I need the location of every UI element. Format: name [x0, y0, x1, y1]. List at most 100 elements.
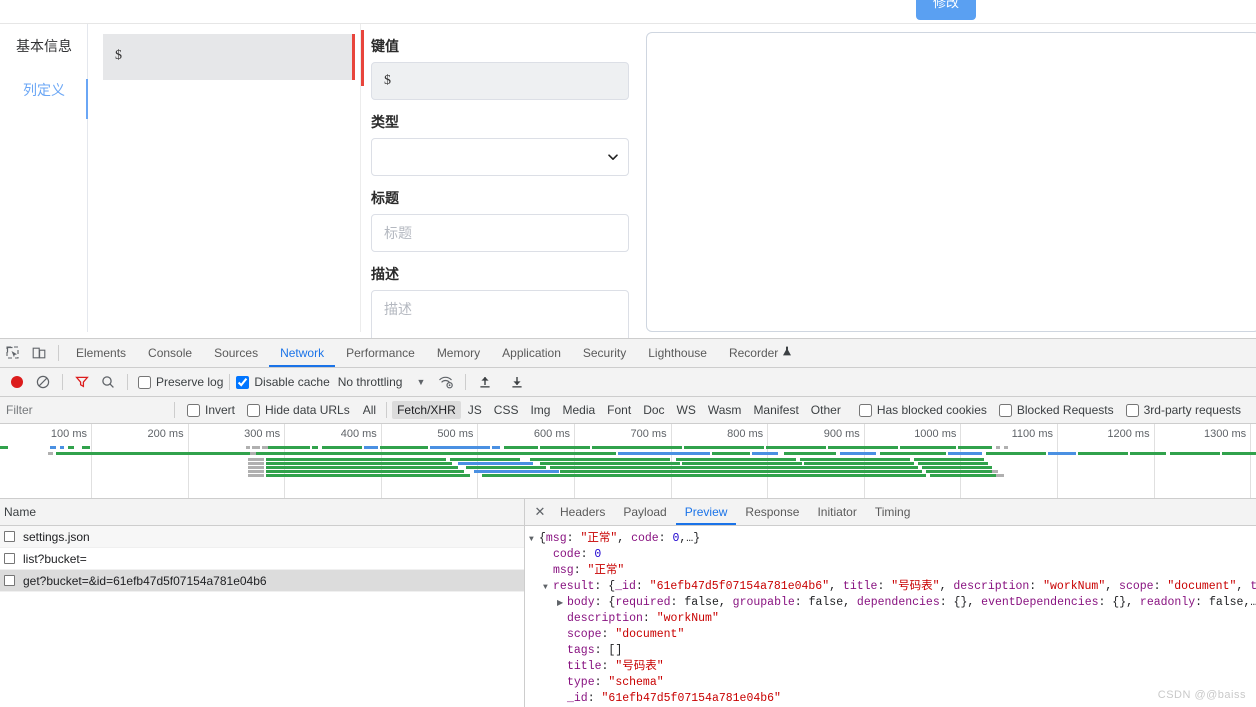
json-line[interactable]: description: "workNum"	[529, 611, 1256, 627]
filter-type-js[interactable]: JS	[463, 401, 487, 419]
table-row[interactable]: settings.json	[0, 526, 524, 548]
waterfall-bar	[322, 446, 362, 449]
tab-network[interactable]: Network	[269, 340, 335, 367]
tab-console[interactable]: Console	[137, 340, 203, 367]
detail-tab-response[interactable]: Response	[736, 500, 808, 525]
timeline-gridline	[380, 424, 382, 498]
preserve-log-checkbox[interactable]: Preserve log	[138, 375, 223, 389]
import-har-icon[interactable]	[472, 369, 498, 395]
waterfall-bar	[540, 462, 680, 465]
disable-cache-checkbox[interactable]: Disable cache	[236, 375, 330, 389]
json-line-text: body: {required: false, groupable: false…	[567, 596, 1256, 609]
filter-type-font[interactable]: Font	[602, 401, 636, 419]
key-input[interactable]	[371, 62, 629, 100]
modify-button[interactable]: 修改	[916, 0, 976, 20]
device-toolbar-icon[interactable]	[26, 340, 52, 366]
table-row[interactable]: get?bucket=&id=61efb47d5f07154a781e04b6	[0, 570, 524, 592]
record-button[interactable]	[4, 369, 30, 395]
preserve-log-input[interactable]	[138, 375, 151, 389]
filter-type-media[interactable]: Media	[557, 401, 600, 419]
detail-tab-headers[interactable]: Headers	[551, 500, 614, 525]
filter-type-wasm[interactable]: Wasm	[703, 401, 747, 419]
has-blocked-cookies-input[interactable]	[858, 403, 872, 417]
json-line[interactable]: _id: "61efb47d5f07154a781e04b6"	[529, 691, 1256, 707]
throttling-chevron-icon[interactable]: ▼	[416, 377, 425, 387]
waterfall-bar	[992, 470, 998, 473]
invert-input[interactable]	[187, 403, 200, 417]
export-har-icon[interactable]	[504, 369, 530, 395]
tab-performance[interactable]: Performance	[335, 340, 426, 367]
json-line[interactable]: scope: "document"	[529, 627, 1256, 643]
inspect-element-icon[interactable]	[0, 340, 26, 366]
tab-security[interactable]: Security	[572, 340, 637, 367]
waterfall-bar	[958, 446, 992, 449]
json-line[interactable]: ▶ body: {required: false, groupable: fals…	[529, 595, 1256, 611]
invert-checkbox[interactable]: Invert	[187, 403, 235, 417]
json-line[interactable]: ▼ result: {_id: "61efb47d5f07154a781e04b6…	[529, 579, 1256, 595]
vtab-column-definition[interactable]: 列定义	[0, 68, 88, 112]
hide-data-urls-checkbox[interactable]: Hide data URLs	[247, 403, 350, 417]
third-party-requests-checkbox[interactable]: 3rd-party requests	[1125, 403, 1241, 417]
filter-type-fetch-xhr[interactable]: Fetch/XHR	[392, 401, 461, 419]
json-line[interactable]: ▼ {msg: "正常", code: 0,…}	[529, 531, 1256, 547]
filter-type-css[interactable]: CSS	[489, 401, 524, 419]
field-title-label: 标题	[371, 190, 399, 206]
tab-application[interactable]: Application	[491, 340, 572, 367]
waterfall-bar	[784, 452, 836, 455]
waterfall-bar	[996, 446, 1000, 449]
expand-triangle-icon[interactable]: ▼	[543, 580, 553, 596]
collapse-triangle-icon[interactable]: ▶	[557, 596, 567, 612]
vtab-basic-info[interactable]: 基本信息	[0, 24, 88, 68]
filter-type-manifest[interactable]: Manifest	[748, 401, 803, 419]
detail-tab-initiator[interactable]: Initiator	[808, 500, 865, 525]
row-checkbox-icon[interactable]	[4, 575, 15, 586]
filter-type-other[interactable]: Other	[806, 401, 846, 419]
detail-tab-preview[interactable]: Preview	[676, 500, 737, 525]
close-icon[interactable]: ✕	[529, 504, 551, 520]
filter-type-all[interactable]: All	[358, 401, 381, 419]
timeline-tick-label: 1200 ms	[1107, 428, 1150, 440]
third-party-requests-input[interactable]	[1125, 403, 1139, 417]
invert-label: Invert	[205, 403, 236, 417]
title-input[interactable]	[371, 214, 629, 252]
filter-type-img[interactable]: Img	[525, 401, 555, 419]
tab-lighthouse[interactable]: Lighthouse	[637, 340, 718, 367]
hide-data-urls-input[interactable]	[247, 403, 261, 417]
tab-memory[interactable]: Memory	[426, 340, 491, 367]
row-checkbox-icon[interactable]	[4, 553, 15, 564]
json-line[interactable]: title: "号码表"	[529, 659, 1256, 675]
filter-icon[interactable]	[69, 369, 95, 395]
blocked-requests-input[interactable]	[998, 403, 1012, 417]
json-line[interactable]: code: 0	[529, 547, 1256, 563]
blocked-requests-label: Blocked Requests	[1016, 403, 1114, 417]
detail-tab-timing[interactable]: Timing	[866, 500, 920, 525]
tab-elements[interactable]: Elements	[65, 340, 137, 367]
list-item[interactable]: $	[103, 34, 355, 80]
json-line[interactable]: tags: []	[529, 643, 1256, 659]
json-line[interactable]: type: "schema"	[529, 675, 1256, 691]
request-list-header: Name	[0, 499, 524, 526]
tab-recorder[interactable]: Recorder	[718, 340, 803, 367]
table-row[interactable]: list?bucket=	[0, 548, 524, 570]
detail-tab-payload[interactable]: Payload	[614, 500, 675, 525]
expand-triangle-icon[interactable]: ▼	[529, 532, 539, 548]
waterfall-bar	[312, 446, 318, 449]
network-body: Name settings.json list?bucket= get?buck…	[0, 499, 1256, 707]
filter-type-doc[interactable]: Doc	[638, 401, 669, 419]
network-conditions-icon[interactable]	[433, 369, 459, 395]
blocked-requests-checkbox[interactable]: Blocked Requests	[998, 403, 1114, 417]
filter-input[interactable]	[0, 397, 168, 423]
row-checkbox-icon[interactable]	[4, 531, 15, 542]
search-icon[interactable]	[95, 369, 121, 395]
throttling-select[interactable]: No throttling	[338, 375, 403, 389]
clear-icon[interactable]	[30, 369, 56, 395]
json-line[interactable]: msg: "正常"	[529, 563, 1256, 579]
tab-sources[interactable]: Sources	[203, 340, 269, 367]
json-preview-tree[interactable]: ▼ {msg: "正常", code: 0,…} code: 0 msg: "正常" ▼…	[525, 525, 1256, 707]
has-blocked-cookies-checkbox[interactable]: Has blocked cookies	[858, 403, 987, 417]
disable-cache-input[interactable]	[236, 375, 250, 389]
type-select[interactable]	[371, 138, 629, 176]
network-overview-timeline[interactable]: 100 ms 200 ms 300 ms 400 ms 500 ms 600 ms 700 …	[0, 424, 1256, 499]
request-name: settings.json	[23, 529, 90, 544]
filter-type-ws[interactable]: WS	[672, 401, 701, 419]
